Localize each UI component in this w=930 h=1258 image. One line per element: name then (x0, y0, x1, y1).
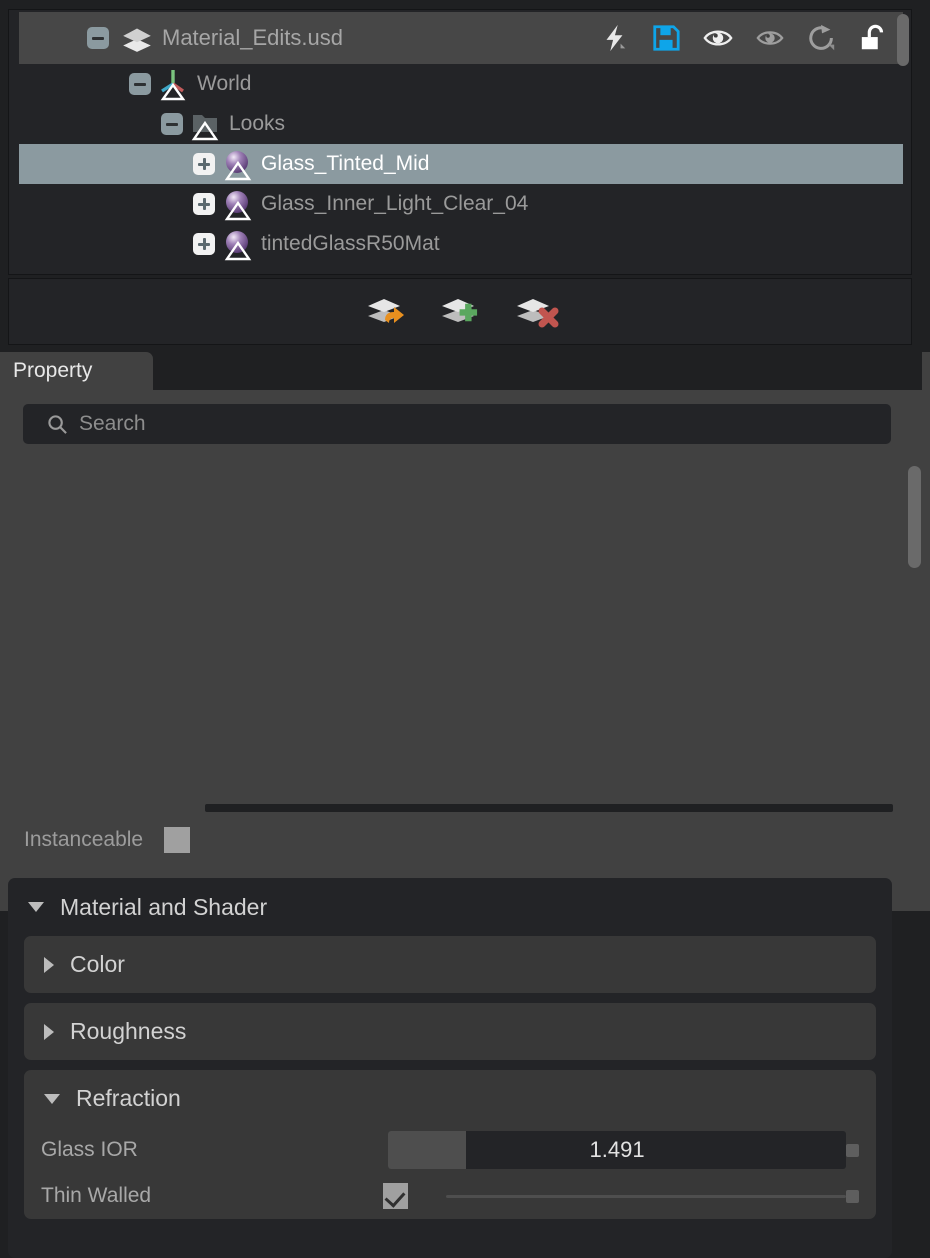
tree-row-looks[interactable]: Looks (19, 104, 903, 144)
property-row-separator (205, 804, 893, 812)
material-ball-icon (221, 187, 255, 221)
property-scrollbar-thumb[interactable] (908, 466, 921, 568)
glass-ior-value: 1.491 (589, 1137, 645, 1162)
eye-visible-icon[interactable] (703, 23, 733, 53)
group-material-and-shader-header[interactable]: Material and Shader (8, 878, 892, 936)
unlock-icon[interactable] (859, 23, 889, 53)
group-material-and-shader-title: Material and Shader (60, 893, 268, 920)
tree-row-glass-tinted-mid[interactable]: Glass_Tinted_Mid (19, 144, 903, 184)
layers-stack-icon (120, 21, 154, 55)
remove-layer-button[interactable] (513, 290, 559, 334)
thin-walled-reset-button[interactable] (846, 1189, 859, 1203)
property-row-thin-walled: Thin Walled (24, 1173, 876, 1219)
subgroup-roughness-title: Roughness (70, 1018, 187, 1044)
eye-dim-icon[interactable] (755, 23, 785, 53)
layer-panel: Material_Edits.usd World Looks Glass_Tin… (0, 0, 930, 345)
expander-tintedglassr50mat[interactable] (193, 233, 215, 255)
expander-glass-tinted-mid[interactable] (193, 153, 215, 175)
subgroup-refraction: Refraction Glass IOR 1.491 Thin Walled (24, 1070, 876, 1219)
root-layer-expander[interactable] (87, 27, 109, 49)
subgroup-color-title: Color (70, 951, 125, 977)
tab-property[interactable]: Property (0, 352, 153, 390)
subgroup-roughness: Roughness (24, 1003, 876, 1060)
tree-scrollbar-track[interactable] (895, 10, 909, 274)
subgroup-color: Color (24, 936, 876, 993)
glass-ior-reset-button[interactable] (846, 1143, 859, 1157)
tree-label-looks: Looks (229, 112, 286, 135)
tree-row-tintedglassr50mat[interactable]: tintedGlassR50Mat (19, 224, 903, 264)
chevron-right-icon (44, 956, 54, 973)
search-icon (47, 414, 68, 435)
subgroup-refraction-title: Refraction (76, 1085, 181, 1111)
expander-looks[interactable] (161, 113, 183, 135)
group-material-and-shader: Material and Shader Color Roughness Refr… (8, 878, 892, 1258)
reload-icon[interactable] (807, 23, 837, 53)
root-layer-title: Material_Edits.usd (162, 25, 343, 50)
tree-label-world: World (197, 72, 252, 95)
tree-label-tintedglassr50mat: tintedGlassR50Mat (261, 232, 440, 255)
stage-tree-rows: World Looks Glass_Tinted_Mid Glass_Inner… (19, 64, 903, 272)
chevron-down-icon (44, 1093, 60, 1104)
instanceable-row: Instanceable (0, 818, 930, 862)
layer-action-toolbar (8, 278, 912, 345)
tree-label-glass-tinted-mid: Glass_Tinted_Mid (261, 152, 430, 175)
subgroup-refraction-header[interactable]: Refraction (24, 1070, 876, 1127)
instanceable-label: Instanceable (24, 828, 144, 851)
glass-ior-slider-fill (387, 1131, 466, 1169)
instanceable-checkbox[interactable] (164, 827, 191, 853)
property-scrollbar-track[interactable] (906, 452, 922, 882)
tree-row-world[interactable]: World (19, 64, 903, 104)
glass-ior-label: Glass IOR (41, 1138, 138, 1161)
tree-row-glass-inner-light-clear-04[interactable]: Glass_Inner_Light_Clear_04 (19, 184, 903, 224)
glass-ior-slider[interactable]: 1.491 (387, 1131, 847, 1169)
thin-walled-label: Thin Walled (41, 1184, 152, 1207)
create-layer-button[interactable] (437, 290, 483, 334)
expander-world[interactable] (129, 73, 151, 95)
panel-right-strip (922, 352, 930, 911)
material-ball-icon (221, 147, 255, 181)
thin-walled-checkbox[interactable] (382, 1183, 409, 1209)
tree-label-glass-inner-light-clear-04: Glass_Inner_Light_Clear_04 (261, 192, 529, 215)
property-panel: Property Instanceable Material and Shade… (0, 352, 930, 1258)
layer-tree-frame: Material_Edits.usd World Looks Glass_Tin… (8, 9, 912, 275)
expander-glass-inner-light-clear-04[interactable] (193, 193, 215, 215)
property-row-glass-ior: Glass IOR 1.491 (24, 1127, 876, 1173)
save-icon[interactable] (651, 23, 681, 53)
search-input[interactable] (79, 412, 891, 436)
material-ball-icon (221, 227, 255, 261)
thin-walled-track-line (446, 1194, 847, 1198)
tree-scrollbar-thumb[interactable] (897, 14, 909, 66)
chevron-right-icon (44, 1023, 54, 1040)
axis-gizmo-icon (157, 67, 191, 101)
subgroup-color-header[interactable]: Color (24, 936, 876, 993)
search-box[interactable] (23, 404, 891, 444)
layer-header-toolbar (599, 23, 903, 53)
property-search-row (0, 390, 930, 448)
subgroup-roughness-header[interactable]: Roughness (24, 1003, 876, 1060)
root-layer-header-row[interactable]: Material_Edits.usd (19, 12, 903, 64)
folder-icon (189, 107, 223, 141)
property-tabbar: Property (0, 352, 930, 390)
move-layer-button[interactable] (361, 290, 407, 334)
tab-property-label: Property (13, 359, 93, 382)
lightning-icon[interactable] (599, 23, 629, 53)
